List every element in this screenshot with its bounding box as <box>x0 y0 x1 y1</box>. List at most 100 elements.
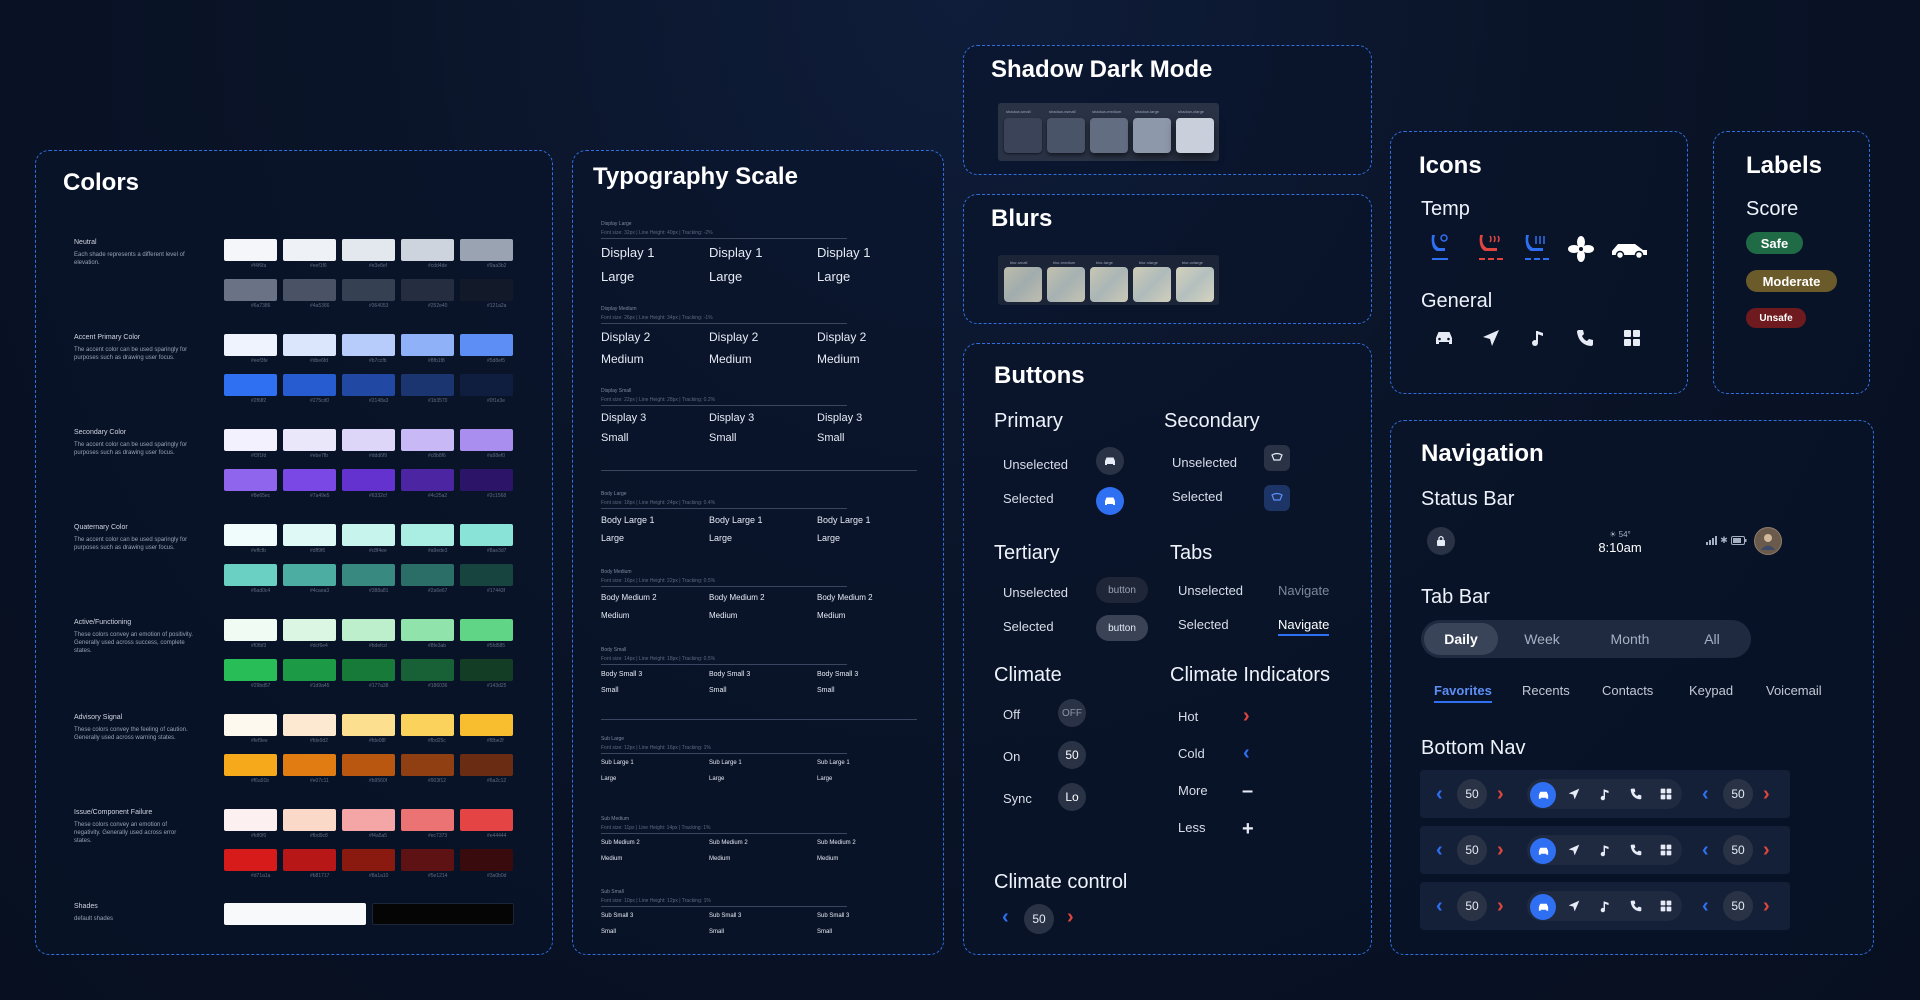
color-swatch-hex: #ebe7fb <box>310 453 329 459</box>
segment-month[interactable]: Month <box>1590 623 1670 655</box>
color-group-name: Active/Functioning <box>74 619 132 626</box>
plus-icon[interactable]: + <box>1242 819 1254 839</box>
color-swatch <box>460 754 513 776</box>
right-temp-dial[interactable]: 50 <box>1723 891 1753 921</box>
cold-chevron-icon[interactable]: ‹ <box>1243 743 1250 763</box>
color-swatch-hex: #f3f1fd <box>251 453 267 459</box>
climate-on-button[interactable]: 50 <box>1058 741 1086 769</box>
phone-icon[interactable] <box>1629 899 1643 913</box>
climate-off-button[interactable]: OFF <box>1058 699 1086 727</box>
right-increase-chevron-icon[interactable]: › <box>1763 784 1770 804</box>
segment-week[interactable]: Week <box>1505 623 1579 655</box>
left-decrease-chevron-icon[interactable]: ‹ <box>1436 896 1443 916</box>
primary-unselected-button[interactable] <box>1096 447 1124 475</box>
blur-swatch-label: blur-xlarge <box>1139 260 1158 265</box>
left-temp-dial[interactable]: 50 <box>1457 891 1487 921</box>
climate-increase-chevron-icon[interactable]: › <box>1067 907 1074 927</box>
type-style-name: Sub Large <box>601 736 625 742</box>
phone-icon[interactable] <box>1574 327 1596 349</box>
navigation-icon[interactable] <box>1567 787 1581 801</box>
grid-icon[interactable] <box>1659 787 1673 801</box>
left-temp-dial[interactable]: 50 <box>1457 779 1487 809</box>
navigation-icon[interactable] <box>1567 843 1581 857</box>
tabs-selected-navigate[interactable]: Navigate <box>1278 617 1330 636</box>
music-icon[interactable] <box>1598 787 1612 801</box>
fan-icon[interactable] <box>1568 236 1594 262</box>
color-swatch-hex: #f8be2f <box>487 738 504 744</box>
left-decrease-chevron-icon[interactable]: ‹ <box>1436 840 1443 860</box>
grid-icon[interactable] <box>1621 327 1643 349</box>
grid-icon[interactable] <box>1659 843 1673 857</box>
tab-recents[interactable]: Recents <box>1522 683 1570 698</box>
left-increase-chevron-icon[interactable]: › <box>1497 896 1504 916</box>
labels-title: Labels <box>1746 152 1823 179</box>
music-icon[interactable] <box>1527 327 1549 349</box>
shadow-swatch-label: shadow-xsmall <box>1049 109 1076 114</box>
climate-decrease-chevron-icon[interactable]: ‹ <box>1002 907 1009 927</box>
seat-cool-icon[interactable] <box>1523 232 1551 262</box>
secondary-selected-button[interactable] <box>1264 485 1290 511</box>
blur-swatch <box>1133 267 1171 302</box>
nav-car-button[interactable] <box>1530 894 1556 920</box>
icons-panel: Icons Temp General <box>1390 131 1688 394</box>
color-swatch <box>342 849 395 871</box>
color-swatch <box>460 564 513 586</box>
type-sample-size: Small <box>709 687 727 694</box>
left-increase-chevron-icon[interactable]: › <box>1497 784 1504 804</box>
moderate-badge: Moderate <box>1746 270 1837 292</box>
tab-voicemail[interactable]: Voicemail <box>1766 683 1822 698</box>
climate-sync-button[interactable]: Lo <box>1058 783 1086 811</box>
weather-text: ☀ 54° <box>1609 530 1631 539</box>
right-temp-dial[interactable]: 50 <box>1723 779 1753 809</box>
labels-panel: Labels Score Safe Moderate Unsafe <box>1713 131 1870 394</box>
right-increase-chevron-icon[interactable]: › <box>1763 896 1770 916</box>
color-swatch-hex: #8a1a10 <box>369 873 389 879</box>
type-sample-size: Large <box>817 533 841 543</box>
tab-contacts[interactable]: Contacts <box>1602 683 1653 698</box>
type-sample-size: Large <box>601 533 625 543</box>
tertiary-unselected-button[interactable]: button <box>1096 577 1148 603</box>
music-icon[interactable] <box>1598 843 1612 857</box>
segment-all[interactable]: All <box>1675 623 1749 655</box>
color-swatch-hex: #f4a5a5 <box>369 833 388 839</box>
music-icon[interactable] <box>1598 899 1612 913</box>
left-increase-chevron-icon[interactable]: › <box>1497 840 1504 860</box>
climate-on-value: 50 <box>1065 748 1079 762</box>
right-decrease-chevron-icon[interactable]: ‹ <box>1702 896 1709 916</box>
minus-icon[interactable]: – <box>1242 781 1253 801</box>
tab-favorites[interactable]: Favorites <box>1434 683 1492 703</box>
right-decrease-chevron-icon[interactable]: ‹ <box>1702 840 1709 860</box>
navigation-icon[interactable] <box>1480 327 1502 349</box>
type-sample: Display 1 <box>601 245 655 260</box>
grid-icon[interactable] <box>1659 899 1673 913</box>
tab-keypad[interactable]: Keypad <box>1689 683 1733 698</box>
segment-daily[interactable]: Daily <box>1424 623 1498 655</box>
left-decrease-chevron-icon[interactable]: ‹ <box>1436 784 1443 804</box>
color-swatch-hex: #5fd585 <box>487 643 506 649</box>
climate-control-dial[interactable]: 50 <box>1024 904 1054 934</box>
right-temp-dial[interactable]: 50 <box>1723 835 1753 865</box>
seat-heat-icon[interactable] <box>1477 232 1505 262</box>
nav-car-button[interactable] <box>1530 782 1556 808</box>
color-swatch-hex: #364053 <box>369 303 389 309</box>
navigation-icon[interactable] <box>1567 899 1581 913</box>
right-increase-chevron-icon[interactable]: › <box>1763 840 1770 860</box>
avatar[interactable] <box>1754 527 1782 555</box>
type-divider <box>601 508 847 509</box>
car-side-icon[interactable] <box>1609 238 1649 260</box>
secondary-unselected-button[interactable] <box>1264 445 1290 471</box>
phone-icon[interactable] <box>1629 843 1643 857</box>
tabs-unselected-navigate[interactable]: Navigate <box>1278 583 1329 598</box>
primary-selected-button[interactable] <box>1096 487 1124 515</box>
right-decrease-chevron-icon[interactable]: ‹ <box>1702 784 1709 804</box>
seat-fan-icon[interactable] <box>1429 232 1451 262</box>
tabs-unselected-label: Unselected <box>1178 583 1244 598</box>
nav-car-button[interactable] <box>1530 838 1556 864</box>
hot-chevron-icon[interactable]: › <box>1243 706 1250 726</box>
left-temp-dial[interactable]: 50 <box>1457 835 1487 865</box>
lock-button[interactable] <box>1427 527 1455 555</box>
tertiary-selected-button[interactable]: button <box>1096 615 1148 641</box>
color-swatch-hex: #f0fbf3 <box>251 643 267 649</box>
car-icon[interactable] <box>1433 327 1455 349</box>
phone-icon[interactable] <box>1629 787 1643 801</box>
